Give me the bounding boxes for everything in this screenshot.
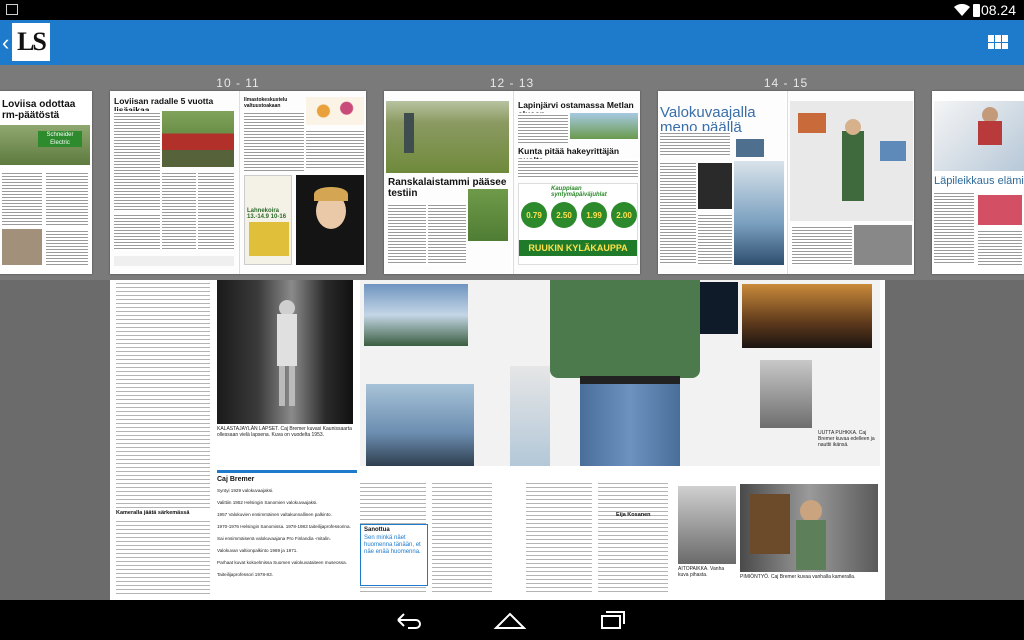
price-badge: 2.50 [551,202,577,228]
back-icon[interactable] [388,608,428,632]
price-badge: 1.99 [581,202,607,228]
page-12: Ranskalaistammi pääsee testiin [384,91,511,274]
quote-text: Sen minkä näet huomenna tänään, et näe e… [364,535,421,555]
thumbnail-headline: Läpileikkaus elämisen [934,175,1024,187]
page-13: Lapinjärvi ostamassa Metlan alueen Kunta… [513,91,640,274]
logo-text: LS [17,27,47,56]
status-bar: 08.24 [0,0,1024,20]
page-thumbnail-strip[interactable]: 10 - 11 12 - 13 14 - 15 Loviisa odottaa … [0,65,1024,280]
landscape-photo [364,284,468,346]
fact-item: Valittiin 1952 Helsingin Sanomien valoku… [217,500,318,505]
photographer-photo [790,101,913,221]
image-notification-icon [6,4,18,15]
back-chevron-icon[interactable]: ‹ [2,32,9,54]
fact-item: Taiteilijaprofessori 1978-83. [217,572,273,577]
bw-photo [678,486,736,564]
landscape-photo [510,366,550,466]
field-photo [386,101,509,173]
photo-caption: KALASTAJAYLÄN LAPSET. Caj Bremer kuvasi … [217,426,352,438]
grid-view-icon[interactable] [988,35,1008,49]
fact-item: Syntyi 1929 valokuvaajaksi. [217,488,274,493]
fact-box-title: Caj Bremer [217,476,255,483]
ad-heading: Kauppiaan syntymäpäiväjuhlat [551,186,607,198]
fact-item: Sai ensimmäisenä valokuvaajana Pro Finla… [217,536,331,541]
spread-label: 10 - 11 [216,76,260,90]
fact-item: Valokuvan valtionpalkinto 1969 ja 1971. [217,548,298,553]
thumbnail-headline: Ilmastokeskustelu valtuustoakaan [244,97,288,109]
recent-apps-icon[interactable] [592,608,632,632]
wifi-icon [954,4,970,16]
app-logo[interactable]: LS [12,23,50,61]
subhead: Kameralla jäätä särkemässä [116,510,190,516]
fact-item: Parhaat kuvat kokoelmissa Suomen valokuv… [217,560,347,565]
thumbnail-photo: Schneider Electric [0,125,90,165]
page-11: Ilmastokeskustelu valtuustoakaan Lahneko… [239,91,366,274]
train-photo [162,111,234,167]
fact-item: 1970-1976 Helsingin Sanomissa. 1978-1983… [217,524,351,529]
bw-children-photo [217,280,353,424]
sunset-photo [742,284,872,348]
spread-thumbnail[interactable]: Loviisa odottaa rm-päätöstä Schneider El… [0,91,92,274]
navigation-bar [0,600,1024,640]
battery-icon [973,4,980,17]
thumbnail-headline: Loviisa odottaa rm-päätöstä [2,99,76,121]
spread-thumbnail-10-11[interactable]: Loviisan radalle 5 vuotta lisäaikaa Ilma… [110,91,366,274]
clock: 08.24 [980,2,1016,18]
byline: Eija Kosanen [616,512,651,518]
page-15 [787,91,914,274]
fact-item: 1957 Valokuvien ensimmäinen valtakunnall… [217,512,332,517]
spread-label: 12 - 13 [489,76,535,90]
page-view[interactable]: Kameralla jäätä särkemässä KALASTAJAYLÄN… [110,280,885,600]
quote-box: Sanottua Sen minkä näet huomenna tänään,… [360,524,428,586]
spread-thumbnail-14-15[interactable]: Valokuvaajalla meno päällä [658,91,914,274]
home-icon[interactable] [490,608,530,632]
spread-thumbnail-12-13[interactable]: Ranskalaistammi pääsee testiin Lapinjärv… [384,91,640,274]
photographer-jeans [580,384,680,466]
spread-label: 14 - 15 [763,76,809,90]
fact-box: Caj Bremer Syntyi 1929 valokuvaajaksi. V… [217,470,357,594]
action-bar: ‹ [0,20,1024,65]
page-14: Valokuvaajalla meno päällä [658,91,785,274]
price-badge: 2.00 [611,202,637,228]
landscape-photo [366,384,474,466]
page-10: Loviisan radalle 5 vuotta lisäaikaa [110,91,237,274]
spread-thumbnail[interactable]: Läpileikkaus elämisen [932,91,1024,274]
sign-text: Schneider Electric [38,131,82,147]
ad-footer: RUUKIN KYLÄKAUPPA [519,240,637,256]
price-badge: 0.79 [521,202,547,228]
photo-caption: UUTTA PUHKKA. Caj Bremer kuvaa edelleen … [818,430,875,448]
advertisement: Kauppiaan syntymäpäiväjuhlat 0.79 2.50 1… [518,183,638,265]
quote-title: Sanottua [364,527,390,533]
landscape-photo [760,360,812,428]
photo-caption: AITOPAIKKA. Vanha kuva pihasta. [678,566,725,578]
camera-photo [740,484,878,572]
photo-caption: PIMIÖNTYÖ. Caj Bremer kuvaa vanhalla kam… [740,574,856,580]
ad-text: Lahnekoira 13.-14.9 10-16 [247,208,287,220]
photographer-shirt [550,280,700,378]
